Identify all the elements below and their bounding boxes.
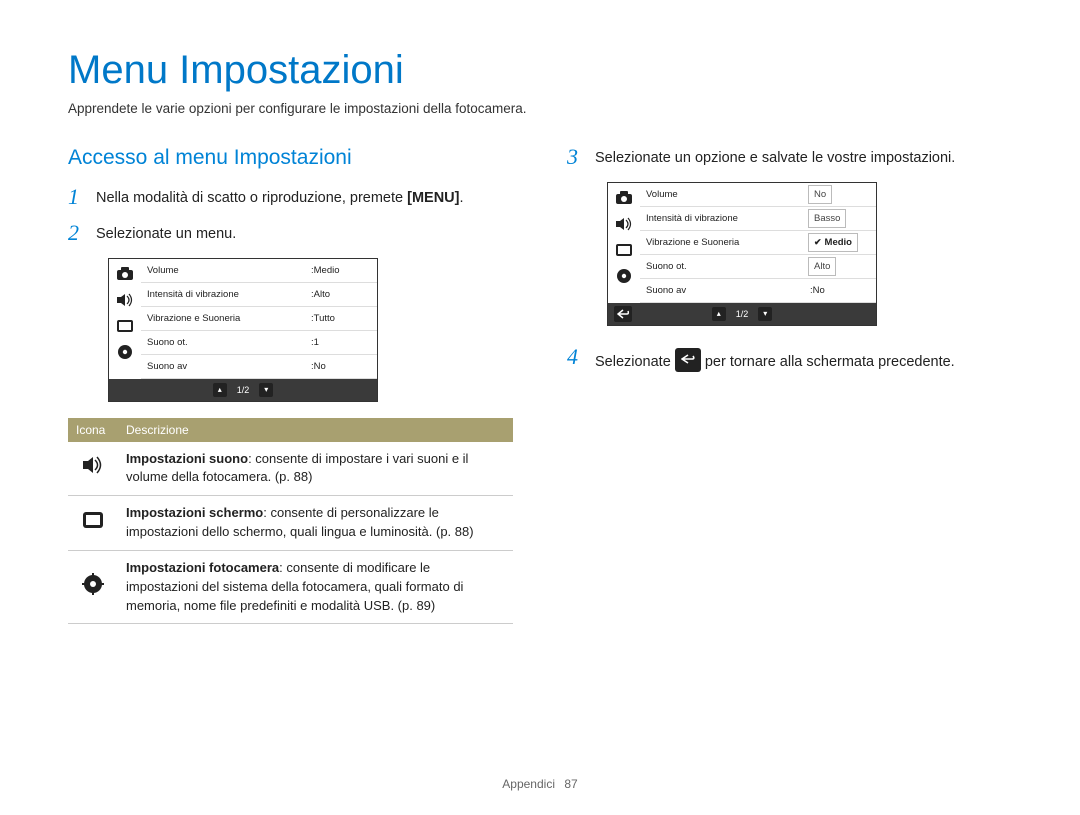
gear-icon	[615, 267, 633, 285]
camera-menu-row: Intensità di vibrazione:Alto	[141, 283, 377, 307]
footer-page-number: 87	[564, 777, 577, 791]
back-button[interactable]	[614, 306, 632, 322]
table-row: Impostazioni schermo: consente di person…	[68, 496, 513, 551]
speaker-icon	[615, 215, 633, 233]
dropdown-option[interactable]: No	[808, 185, 832, 204]
camera-pagination-bar: ▴ 1/2 ▾	[608, 303, 876, 325]
page-down-icon[interactable]: ▾	[758, 307, 772, 321]
step-number-2: 2	[68, 222, 86, 244]
screen-icon	[116, 317, 134, 335]
page-indicator: 1/2	[734, 309, 751, 319]
page-indicator: 1/2	[235, 385, 252, 395]
screen-icon	[82, 517, 104, 532]
speaker-icon	[116, 291, 134, 309]
camera-pagination-bar: ▴ 1/2 ▾	[109, 379, 377, 401]
camera-menu-row: Suono ot.:1	[141, 331, 377, 355]
table-row: Impostazioni fotocamera: consente di mod…	[68, 550, 513, 624]
page-up-icon[interactable]: ▴	[213, 383, 227, 397]
menu-keyword: [MENU]	[407, 190, 459, 206]
page-down-icon[interactable]: ▾	[259, 383, 273, 397]
step-4-part-b: per tornare alla schermata precedente.	[705, 354, 955, 370]
back-icon	[675, 348, 701, 372]
icon-description-table: Icona Descrizione Impostazioni suono: co…	[68, 418, 513, 625]
step-1-part-b: .	[459, 190, 463, 206]
camera-sidebar-icons	[608, 183, 640, 303]
step-number-4: 4	[567, 346, 585, 368]
dropdown-option-selected[interactable]: Medio	[808, 233, 858, 252]
table-header-description: Descrizione	[118, 418, 513, 442]
page-footer: Appendici 87	[0, 777, 1080, 791]
step-2-text: Selezionate un menu.	[96, 222, 236, 246]
camera-icon	[615, 189, 633, 207]
step-4-text: Selezionate per tornare alla schermata p…	[595, 346, 955, 374]
camera-menu-row: Intensità di vibrazione Basso	[640, 207, 876, 231]
camera-menu-row: Volume:Medio	[141, 259, 377, 283]
camera-menu-screenshot-1: Volume:Medio Intensità di vibrazione:Alt…	[108, 258, 378, 402]
section-heading: Accesso al menu Impostazioni	[68, 146, 513, 170]
camera-menu-row: Vibrazione e Suoneria Medio	[640, 231, 876, 255]
page-up-icon[interactable]: ▴	[712, 307, 726, 321]
camera-menu-row: Suono av :No	[640, 279, 876, 303]
step-4-part-a: Selezionate	[595, 354, 675, 370]
gear-icon	[116, 343, 134, 361]
speaker-icon	[82, 462, 104, 477]
camera-menu-row: Vibrazione e Suoneria:Tutto	[141, 307, 377, 331]
step-number-3: 3	[567, 146, 585, 168]
camera-menu-row: Volume No	[640, 183, 876, 207]
camera-menu-row: Suono ot. Alto	[640, 255, 876, 279]
step-number-1: 1	[68, 186, 86, 208]
table-header-icon: Icona	[68, 418, 118, 442]
footer-section: Appendici	[502, 777, 555, 791]
gear-icon	[82, 583, 104, 598]
step-3-text: Selezionate un opzione e salvate le vost…	[595, 146, 955, 170]
screen-icon	[615, 241, 633, 259]
dropdown-option[interactable]: Basso	[808, 209, 846, 228]
step-1-part-a: Nella modalità di scatto o riproduzione,…	[96, 190, 407, 206]
camera-menu-screenshot-2: Volume No Intensità di vibrazione Basso …	[607, 182, 877, 326]
page-title: Menu Impostazioni	[68, 48, 1012, 93]
camera-menu-row: Suono av:No	[141, 355, 377, 379]
camera-icon	[116, 265, 134, 283]
table-row: Impostazioni suono: consente di impostar…	[68, 442, 513, 496]
camera-sidebar-icons	[109, 259, 141, 379]
page-subtitle: Apprendete le varie opzioni per configur…	[68, 101, 1012, 116]
dropdown-option[interactable]: Alto	[808, 257, 836, 276]
step-1-text: Nella modalità di scatto o riproduzione,…	[96, 186, 464, 210]
